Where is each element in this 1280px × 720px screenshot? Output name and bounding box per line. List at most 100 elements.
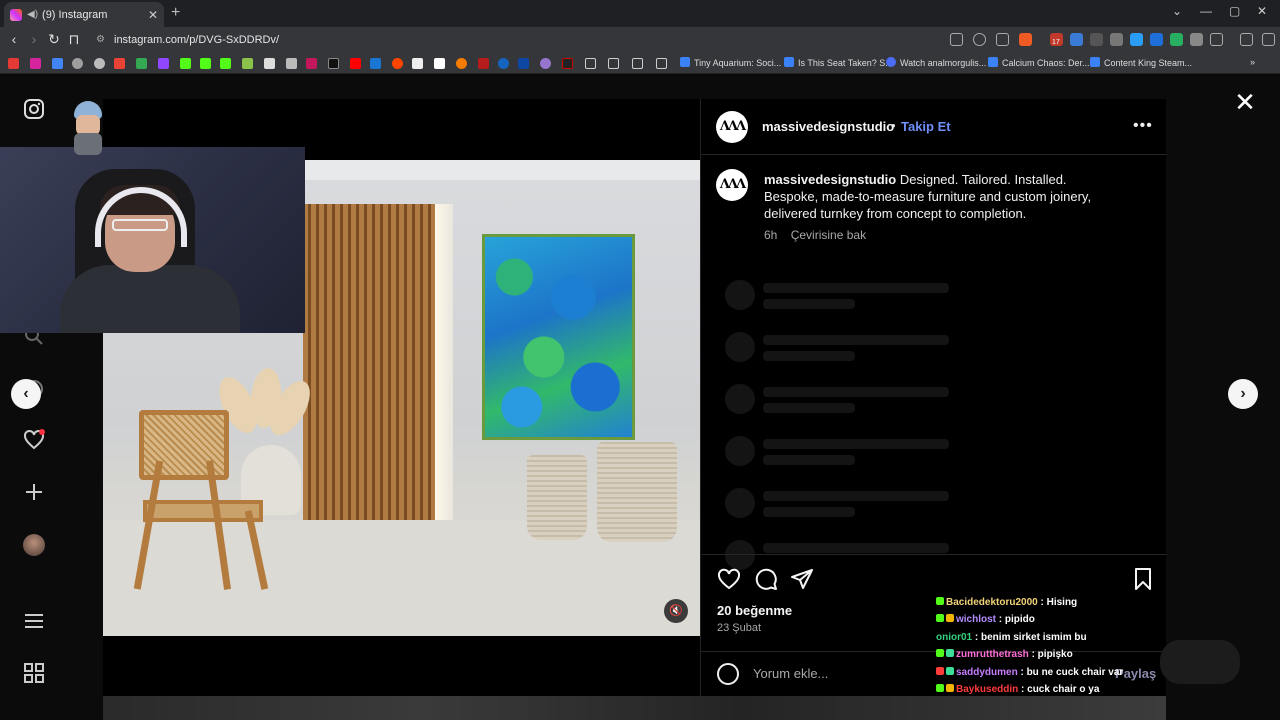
- bookmark-favicon-icon[interactable]: [562, 58, 573, 69]
- bookmark-favicon-icon[interactable]: [264, 58, 275, 69]
- minimize-button[interactable]: —: [1200, 4, 1212, 18]
- bookmark-favicon-icon[interactable]: [286, 58, 297, 69]
- bookmark-item[interactable]: Calcium Chaos: Der...: [988, 57, 1090, 68]
- extension-icon[interactable]: [1110, 33, 1123, 46]
- brave-shield-icon[interactable]: [1019, 33, 1032, 46]
- extension-icon[interactable]: [1170, 33, 1183, 46]
- tab-search-chevron-icon[interactable]: ⌄: [1172, 4, 1182, 18]
- comment-skeleton: [725, 332, 985, 362]
- site-info-icon[interactable]: ⚙: [96, 30, 105, 50]
- folder-icon[interactable]: [656, 58, 667, 69]
- chat-badge-icon: [936, 666, 944, 675]
- bookmark-favicon-icon[interactable]: [8, 58, 19, 69]
- bookmark-favicon-icon[interactable]: [180, 58, 191, 69]
- folder-icon[interactable]: [585, 58, 596, 69]
- bookmark-favicon-icon[interactable]: [350, 58, 361, 69]
- bookmark-favicon-icon[interactable]: [540, 58, 551, 69]
- chat-user: onior01: [936, 631, 973, 643]
- comment-bubble-icon[interactable]: [754, 567, 778, 591]
- bookmark-item[interactable]: Is This Seat Taken? S...: [784, 57, 893, 68]
- bookmark-favicon-icon[interactable]: [94, 58, 105, 69]
- post-date: 23 Şubat: [717, 622, 762, 634]
- cane-chair: [139, 410, 229, 480]
- notifications-heart-icon[interactable]: [22, 428, 46, 452]
- more-bookmarks-icon[interactable]: »: [1250, 57, 1255, 67]
- share-page-icon[interactable]: [996, 33, 1009, 46]
- chat-badge-icon: [936, 683, 944, 692]
- mute-icon[interactable]: 🔇: [664, 599, 688, 623]
- bookmark-favicon-icon[interactable]: [72, 58, 83, 69]
- folder-icon[interactable]: [632, 58, 643, 69]
- bookmark-item[interactable]: Watch analmorgulis...: [886, 57, 986, 68]
- profile-avatar[interactable]: [22, 533, 46, 557]
- share-paperplane-icon[interactable]: [790, 567, 814, 591]
- bookmark-favicon-icon[interactable]: [30, 58, 41, 69]
- caption-avatar[interactable]: ΛΛΛ: [716, 169, 748, 201]
- bookmark-favicon-icon[interactable]: [478, 58, 489, 69]
- close-window-button[interactable]: ✕: [1257, 4, 1267, 18]
- x-twitter-icon[interactable]: [328, 58, 339, 69]
- bookmark-page-icon[interactable]: ⊓: [66, 31, 82, 48]
- url-bar[interactable]: ⚙ instagram.com/p/DVG-SxDDRDv/: [90, 30, 940, 50]
- likes-count[interactable]: 20 beğenme: [717, 603, 792, 618]
- emoji-icon[interactable]: [717, 663, 739, 685]
- chat-badge-icon: [946, 649, 954, 658]
- reload-icon[interactable]: ↻: [46, 31, 62, 48]
- bookmark-item[interactable]: Content King Steam...: [1090, 57, 1192, 68]
- bookmark-favicon-icon[interactable]: [52, 58, 63, 69]
- bookmark-favicon-icon[interactable]: [242, 58, 253, 69]
- bookmark-favicon-icon[interactable]: [412, 58, 423, 69]
- extension-icon[interactable]: [1070, 33, 1083, 46]
- bookmark-favicon-icon[interactable]: [158, 58, 169, 69]
- browser-tab[interactable]: ◀) (9) Instagram ✕: [4, 2, 164, 27]
- cast-icon[interactable]: [950, 33, 963, 46]
- amazon-icon[interactable]: [434, 58, 445, 69]
- close-post-icon[interactable]: ✕: [1233, 89, 1257, 115]
- tab-close-icon[interactable]: ✕: [148, 8, 158, 22]
- folder-icon[interactable]: [608, 58, 619, 69]
- bookmark-favicon-icon[interactable]: [456, 58, 467, 69]
- more-menu-icon[interactable]: [22, 610, 46, 634]
- author-username[interactable]: massivedesignstudio: [762, 119, 894, 134]
- messages-pill[interactable]: [1160, 640, 1240, 684]
- previous-post-button[interactable]: ‹: [11, 379, 41, 409]
- bookmark-favicon-icon[interactable]: [220, 58, 231, 69]
- bookmark-favicon-icon[interactable]: [498, 58, 509, 69]
- bookmark-favicon-icon[interactable]: [114, 58, 125, 69]
- zoom-icon[interactable]: [973, 33, 986, 46]
- comment-input[interactable]: Yorum ekle...: [753, 666, 828, 681]
- bookmark-favicon-icon[interactable]: [200, 58, 211, 69]
- author-avatar[interactable]: ΛΛΛ: [716, 111, 748, 143]
- create-plus-icon[interactable]: [22, 481, 46, 505]
- reddit-icon[interactable]: [392, 58, 403, 69]
- extension-icon[interactable]: [1130, 33, 1143, 46]
- bookmark-item[interactable]: Tiny Aquarium: Soci...: [680, 57, 781, 68]
- bookmark-favicon-icon[interactable]: [370, 58, 381, 69]
- extensions-puzzle-icon[interactable]: [1190, 33, 1203, 46]
- apps-grid-icon[interactable]: [22, 662, 46, 686]
- bookmark-favicon-icon[interactable]: [136, 58, 147, 69]
- follow-button[interactable]: Takip Et: [901, 119, 951, 134]
- sidebar-icon[interactable]: [1210, 33, 1223, 46]
- speaker-icon[interactable]: ◀): [27, 9, 38, 20]
- like-heart-icon[interactable]: [717, 567, 741, 591]
- more-options-icon[interactable]: •••: [1133, 117, 1153, 135]
- new-tab-button[interactable]: +: [171, 4, 180, 22]
- maximize-button[interactable]: ▢: [1229, 4, 1240, 18]
- steam-icon: [680, 57, 690, 67]
- bookmark-favicon-icon[interactable]: [306, 58, 317, 69]
- caption-username[interactable]: massivedesignstudio: [764, 172, 896, 187]
- forward-icon[interactable]: ›: [26, 31, 42, 47]
- chat-badge-icon: [936, 597, 944, 605]
- back-icon[interactable]: ‹: [6, 31, 22, 47]
- media-icon[interactable]: [1240, 33, 1253, 46]
- bookmark-favicon-icon[interactable]: [518, 58, 529, 69]
- extension-icon[interactable]: [1090, 33, 1103, 46]
- instagram-logo-icon[interactable]: [22, 98, 46, 122]
- next-post-button[interactable]: ›: [1228, 379, 1258, 409]
- see-translation-link[interactable]: Çevirisine bak: [791, 228, 866, 242]
- extension-icon[interactable]: [1150, 33, 1163, 46]
- separator-dot: •: [891, 118, 896, 133]
- menu-icon[interactable]: [1262, 33, 1275, 46]
- extension-badge-icon[interactable]: 17: [1050, 33, 1063, 46]
